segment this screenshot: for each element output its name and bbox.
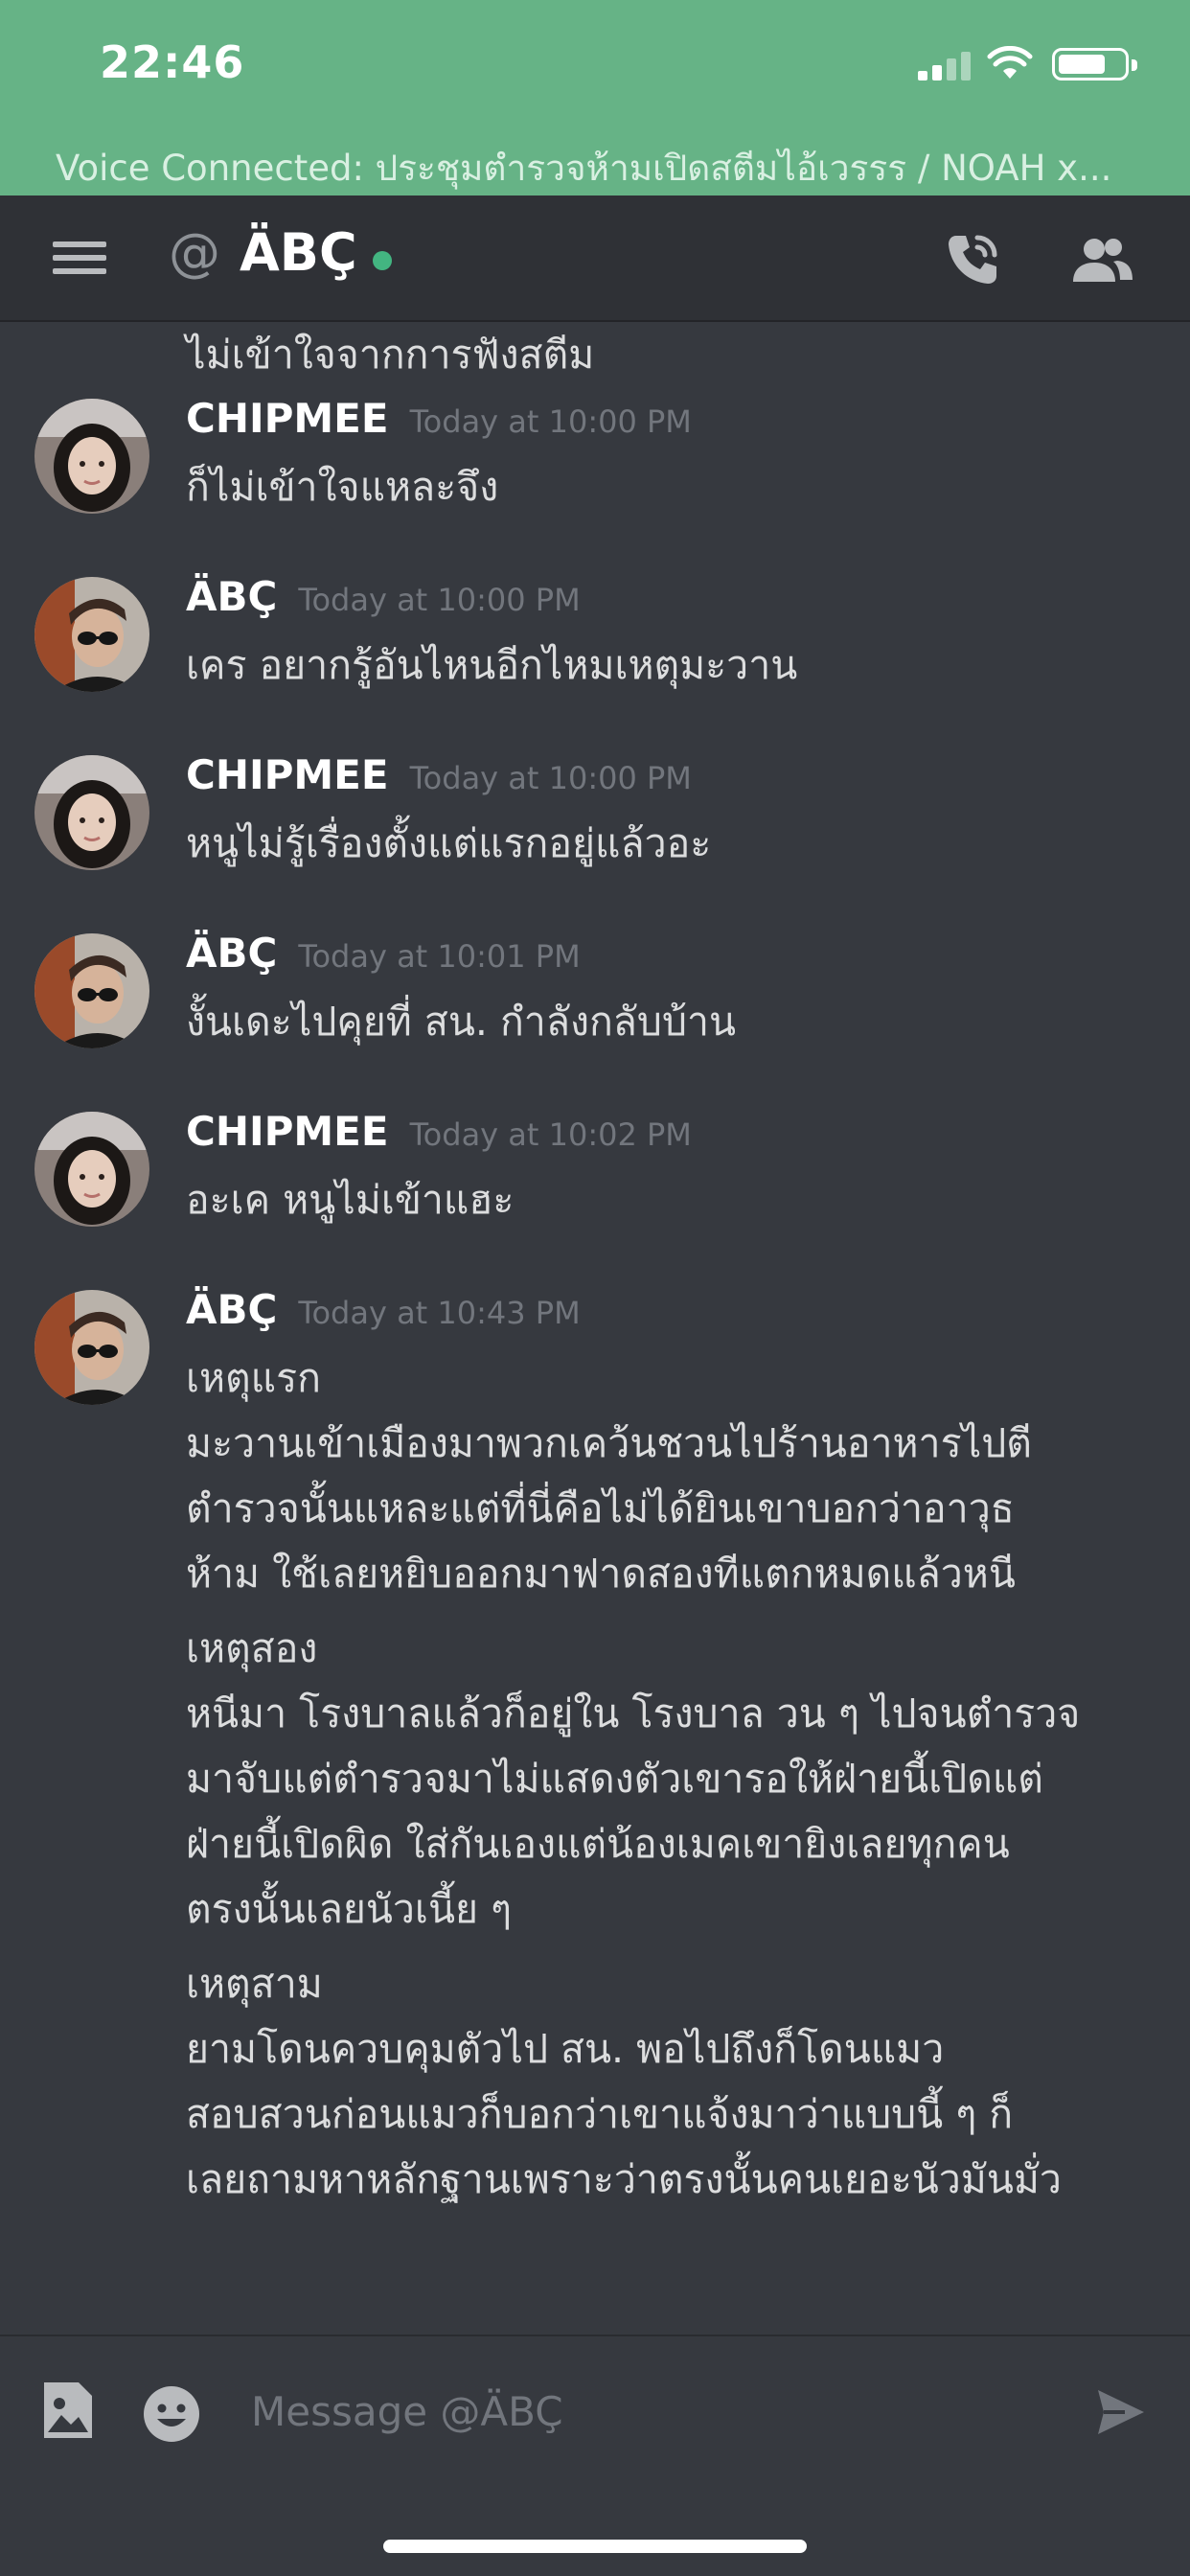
message-body: อะเค หนูไม่เข้าแฮะ [186,1167,1163,1232]
message-timestamp: Today at 10:00 PM [298,582,581,618]
avatar[interactable] [34,399,149,514]
message-text: ก็ไม่เข้าใจแหละจึง [186,464,499,510]
message-text: มาจับแต่ตำรวจมาไม่แสดงตัวเขารอให้ฝ่ายนี้… [186,1756,1043,1802]
members-icon[interactable] [1067,236,1134,286]
avatar[interactable] [34,577,149,692]
message-text: ฝ่ายนี้เปิดผิด ใส่กันเองแต่น้องเมคเขายิง… [186,1821,1010,1867]
send-icon[interactable] [1096,2388,1146,2436]
message-paragraph: เหตุสามยามโดนควบคุมตัวไป สน. พอไปถึงก็โด… [186,1951,1163,2212]
message-text: เลยถามหาหลักฐานเพราะว่าตรงนั้นคนเยอะนัวม… [186,2156,1062,2202]
message-body: ก็ไม่เข้าใจแหละจึง [186,454,1163,519]
message-text: ตรงนั้นเลยนัวเนี้ย ๆ [186,1886,513,1932]
menu-icon[interactable] [53,238,106,278]
message-text: ตำรวจนั้นแหละแต่ที่นี่คือไม่ได้ยินเขาบอก… [186,1485,1015,1531]
message-composer [0,2334,1190,2576]
battery-icon [1052,48,1137,80]
message-body: หนูไม่รู้เรื่องตั้งแต่แรกอยู่แล้วอะ [186,811,1163,876]
message-list[interactable]: ไม่เข้าใจจากการฟังสตีม CHIPMEE Today at 1… [0,322,1190,2334]
cellular-signal-icon [918,50,972,80]
voice-connected-banner[interactable]: Voice Connected: ประชุมตำรวจห้ามเปิดสตีม… [0,134,1190,196]
message-text: เคร อยากรู้อันไหนอีกไหมเหตุมะวาน [186,642,798,688]
at-icon: @ [169,222,220,283]
online-status-dot [373,251,392,270]
message-text: สอบสวนก่อนแมวก็บอกว่าเขาแจ้งมาว่าแบบนี้ … [186,2091,1014,2137]
emoji-icon[interactable] [142,2384,201,2444]
message-text: งั้นเดะไปคุยที่ สน. กำลังกลับบ้าน [186,999,737,1045]
avatar[interactable] [34,1112,149,1227]
author-name[interactable]: CHIPMEE [186,1108,389,1155]
avatar[interactable] [34,1290,149,1405]
message-timestamp: Today at 10:01 PM [298,938,581,975]
message-timestamp: Today at 10:43 PM [298,1295,581,1331]
message-paragraph: เหตุสองหนีมา โรงบาลแล้วก็อยู่ใน โรงบาล ว… [186,1616,1163,1942]
message-body: เหตุแรกมะวานเข้าเมืองมาพวกเคว้นชวนไปร้าน… [186,1346,1163,2221]
home-indicator [383,2540,807,2553]
message-continuation: ไม่เข้าใจจากการฟังสตีม [186,332,595,378]
image-attach-icon[interactable] [40,2379,96,2442]
call-icon[interactable] [943,230,1002,289]
message-text: หนูไม่รู้เรื่องตั้งแต่แรกอยู่แล้วอะ [186,820,712,866]
message-text: ห้าม ใช้เลยหยิบออกมาฟาดสองทีแตกหมดแล้วหน… [186,1551,1016,1597]
message-text: มะวานเข้าเมืองมาพวกเคว้นชวนไปร้านอาหารไป… [186,1420,1032,1466]
avatar[interactable] [34,755,149,870]
channel-header: @ ÄBÇ [0,196,1190,322]
message-meta: CHIPMEE Today at 10:00 PM [186,395,692,442]
author-name[interactable]: ÄBÇ [186,930,277,977]
avatar[interactable] [34,933,149,1048]
message-text: เหตุสอง [186,1625,318,1671]
message-text: เหตุแรก [186,1355,321,1401]
author-name[interactable]: CHIPMEE [186,751,389,798]
message-timestamp: Today at 10:02 PM [409,1116,692,1153]
message-text: อะเค หนูไม่เข้าแฮะ [186,1177,515,1223]
message-timestamp: Today at 10:00 PM [409,760,692,796]
message-text: หนีมา โรงบาลแล้วก็อยู่ใน โรงบาล วน ๆ ไปจ… [186,1690,1081,1736]
message-meta: ÄBÇ Today at 10:00 PM [186,573,581,620]
channel-title: ÄBÇ [240,222,357,283]
voice-connected-text: Voice Connected: ประชุมตำรวจห้ามเปิดสตีม… [56,148,1112,189]
message-meta: CHIPMEE Today at 10:02 PM [186,1108,692,1155]
author-name[interactable]: ÄBÇ [186,1286,277,1333]
message-paragraph: เหตุแรกมะวานเข้าเมืองมาพวกเคว้นชวนไปร้าน… [186,1346,1163,1606]
status-time: 22:46 [100,36,245,88]
message-meta: CHIPMEE Today at 10:00 PM [186,751,692,798]
status-bar: 22:46 [0,0,1190,134]
message-text: ยามโดนควบคุมตัวไป สน. พอไปถึงก็โดนแมว [186,2026,945,2072]
message-timestamp: Today at 10:00 PM [409,403,692,440]
message-input[interactable] [251,2373,1056,2450]
message-meta: ÄBÇ Today at 10:01 PM [186,930,581,977]
author-name[interactable]: CHIPMEE [186,395,389,442]
author-name[interactable]: ÄBÇ [186,573,277,620]
message-body: งั้นเดะไปคุยที่ สน. กำลังกลับบ้าน [186,989,1163,1054]
message-body: เคร อยากรู้อันไหนอีกไหมเหตุมะวาน [186,632,1163,698]
message-meta: ÄBÇ Today at 10:43 PM [186,1286,581,1333]
wifi-icon [987,46,1033,79]
message-text: เหตุสาม [186,1961,323,2007]
